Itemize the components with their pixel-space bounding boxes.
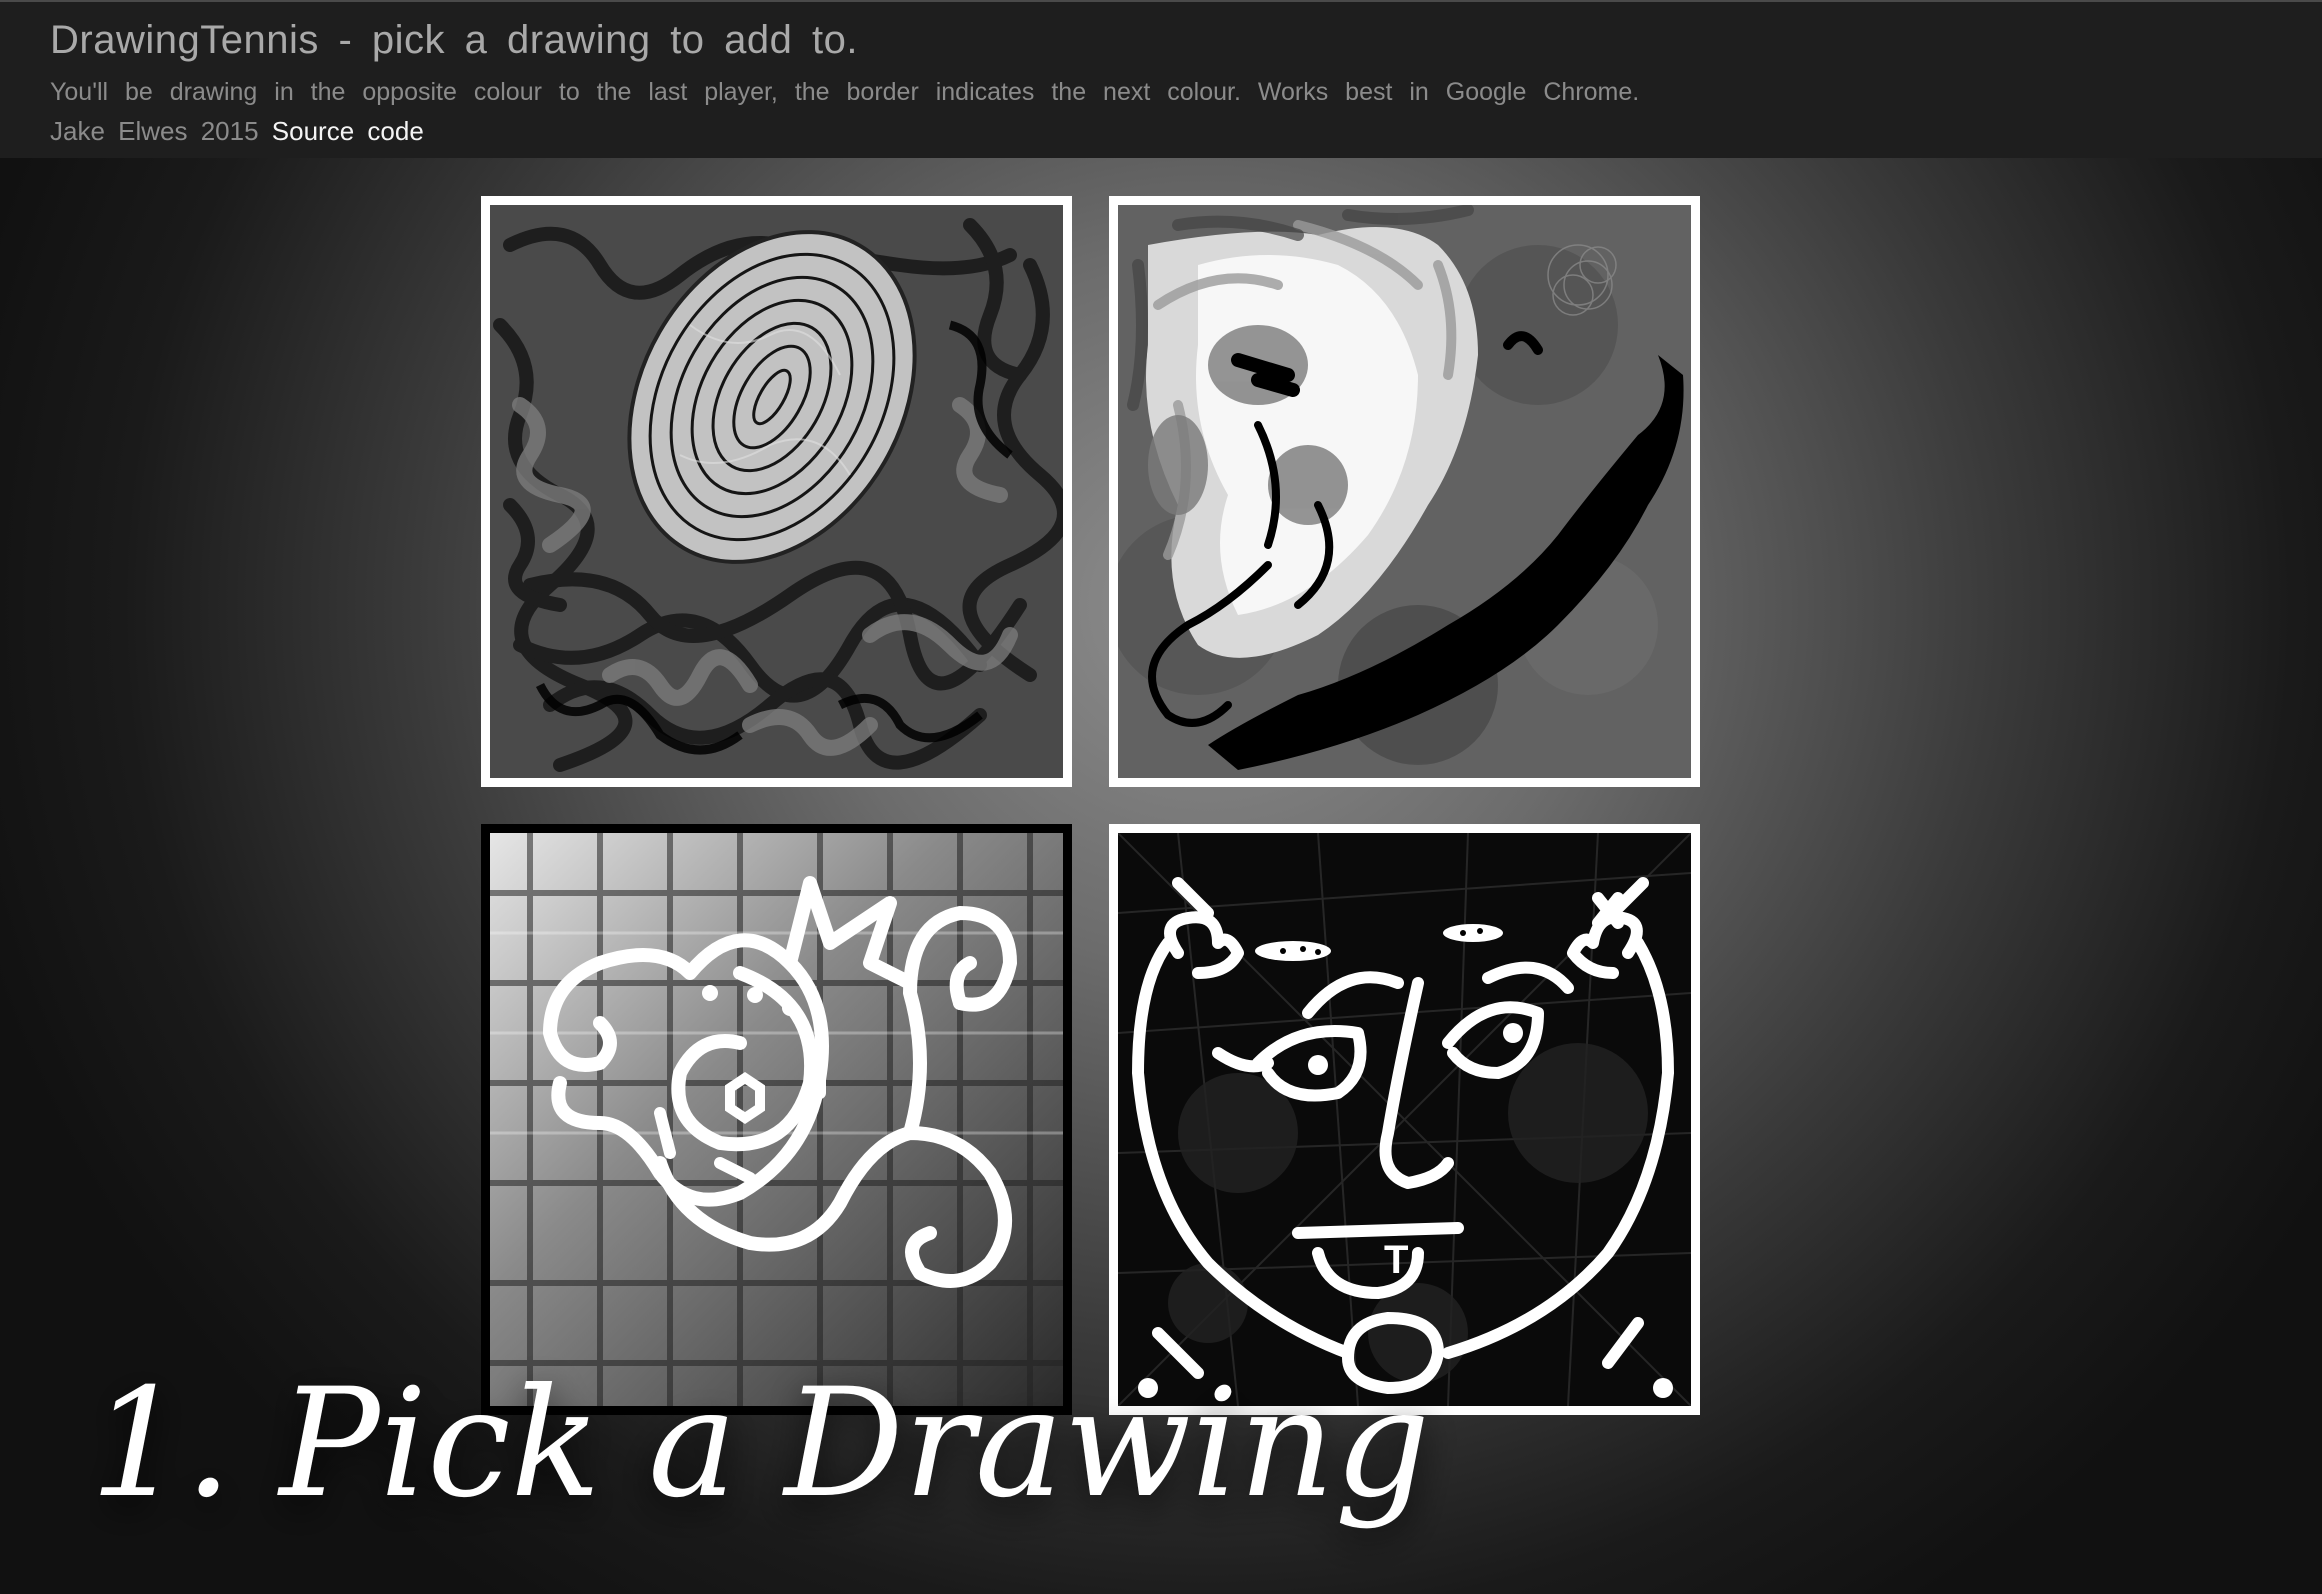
drawing-tile-4[interactable]: T	[1109, 824, 1700, 1415]
credit-line: Jake Elwes 2015 Source code	[50, 116, 424, 147]
header-bar: DrawingTennis - pick a drawing to add to…	[0, 0, 2322, 158]
page-subtitle: You'll be drawing in the opposite colour…	[50, 78, 1640, 106]
source-code-link[interactable]: Source code	[272, 116, 424, 146]
page-title: DrawingTennis - pick a drawing to add to…	[50, 18, 858, 62]
svg-text:T: T	[1384, 1238, 1408, 1282]
drawing-4-image: T	[1118, 833, 1691, 1406]
drawing-2-image	[1118, 205, 1691, 778]
drawing-tile-3[interactable]	[481, 824, 1072, 1415]
drawing-tile-1[interactable]	[481, 196, 1072, 787]
author-credit: Jake Elwes 2015	[50, 116, 259, 146]
drawing-1-image	[490, 205, 1063, 778]
drawing-3-image	[490, 833, 1063, 1406]
drawing-tile-2[interactable]	[1109, 196, 1700, 787]
